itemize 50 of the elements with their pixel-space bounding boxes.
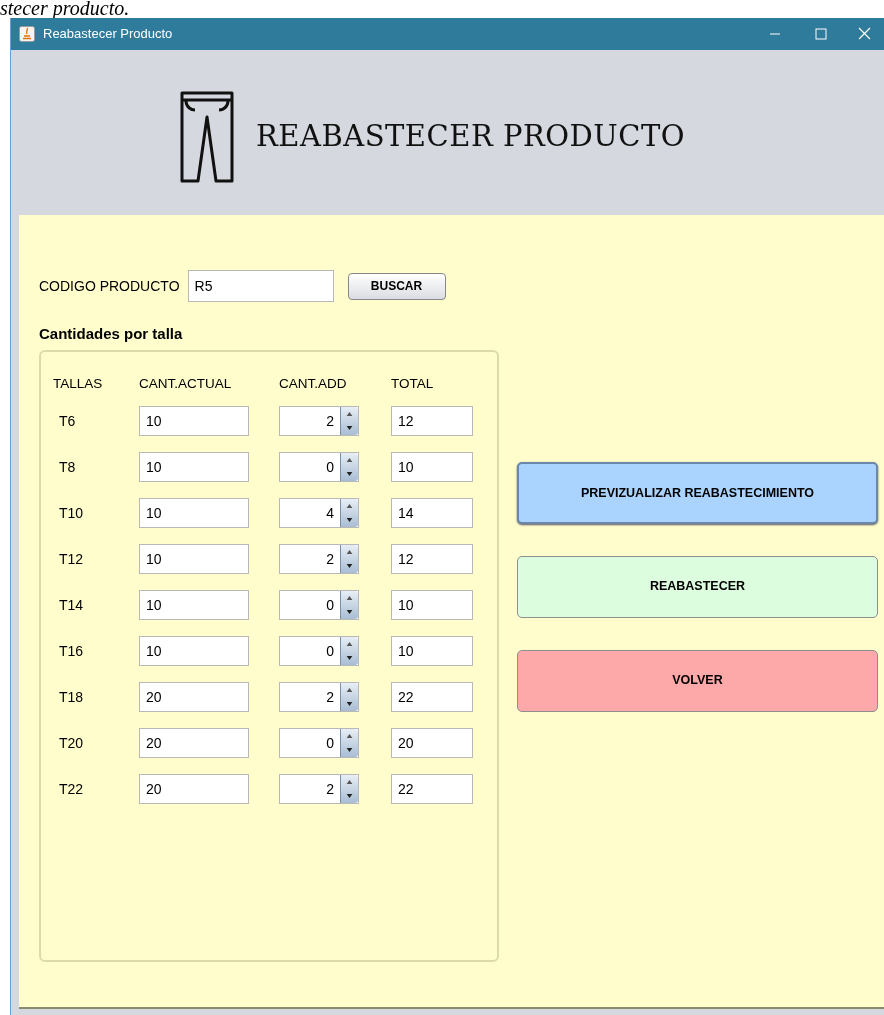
size-label: T14 — [58, 595, 84, 615]
quantity-spinner[interactable]: 2 — [279, 682, 359, 713]
current-quantity-field[interactable]: 20 — [139, 774, 249, 805]
quantity-spinner[interactable]: 0 — [279, 452, 359, 483]
quantity-spinner[interactable]: 0 — [279, 590, 359, 621]
current-quantity-field[interactable]: 10 — [139, 590, 249, 621]
code-label: CODIGO PRODUCTO — [39, 276, 180, 296]
current-quantity-field[interactable]: 20 — [139, 728, 249, 759]
size-label: T20 — [58, 733, 84, 753]
size-label: T18 — [58, 687, 84, 707]
total-field[interactable]: 22 — [391, 682, 473, 713]
search-button[interactable]: BUSCAR — [347, 272, 446, 300]
total-field[interactable]: 10 — [391, 636, 473, 667]
quantity-spinner[interactable]: 4 — [279, 498, 359, 529]
current-quantity-field[interactable]: 10 — [139, 452, 249, 483]
quantity-spinner[interactable]: 2 — [279, 774, 359, 805]
total-field[interactable]: 12 — [391, 406, 473, 437]
pants-icon — [179, 90, 234, 183]
current-quantity-field[interactable]: 10 — [139, 498, 249, 529]
total-field[interactable]: 10 — [391, 590, 473, 621]
column-header: TALLAS — [53, 374, 103, 393]
column-header: CANT.ADD — [279, 374, 347, 393]
total-field[interactable]: 12 — [391, 544, 473, 575]
quantity-spinner[interactable]: 0 — [279, 728, 359, 759]
column-header: TOTAL — [391, 374, 434, 393]
quantity-spinner[interactable]: 2 — [279, 406, 359, 437]
header-title: REABASTECER PRODUCTO — [255, 117, 686, 155]
code-field[interactable]: R5 — [187, 270, 334, 302]
size-label: T10 — [58, 503, 84, 523]
group-title: Cantidades por talla — [39, 324, 184, 344]
total-field[interactable]: 20 — [391, 728, 473, 759]
window-title: Reabastecer Producto — [43, 25, 173, 44]
action-button[interactable]: PREVIZUALIZAR REABASTECIMIENTO — [517, 462, 878, 524]
current-quantity-field[interactable]: 10 — [139, 636, 249, 667]
size-label: T22 — [58, 779, 84, 799]
size-label: T6 — [58, 411, 76, 431]
current-quantity-field[interactable]: 20 — [139, 682, 249, 713]
quantity-spinner[interactable]: 0 — [279, 636, 359, 667]
action-button[interactable]: VOLVER — [517, 650, 878, 712]
total-field[interactable]: 22 — [391, 774, 473, 805]
column-header: CANT.ACTUAL — [139, 374, 232, 393]
current-quantity-field[interactable]: 10 — [139, 406, 249, 437]
action-button[interactable]: REABASTECER — [517, 556, 878, 618]
total-field[interactable]: 14 — [391, 498, 473, 529]
size-label: T12 — [58, 549, 84, 569]
current-quantity-field[interactable]: 10 — [139, 544, 249, 575]
size-label: T16 — [58, 641, 84, 661]
total-field[interactable]: 10 — [391, 452, 473, 483]
size-label: T8 — [58, 457, 76, 477]
quantity-spinner[interactable]: 2 — [279, 544, 359, 575]
